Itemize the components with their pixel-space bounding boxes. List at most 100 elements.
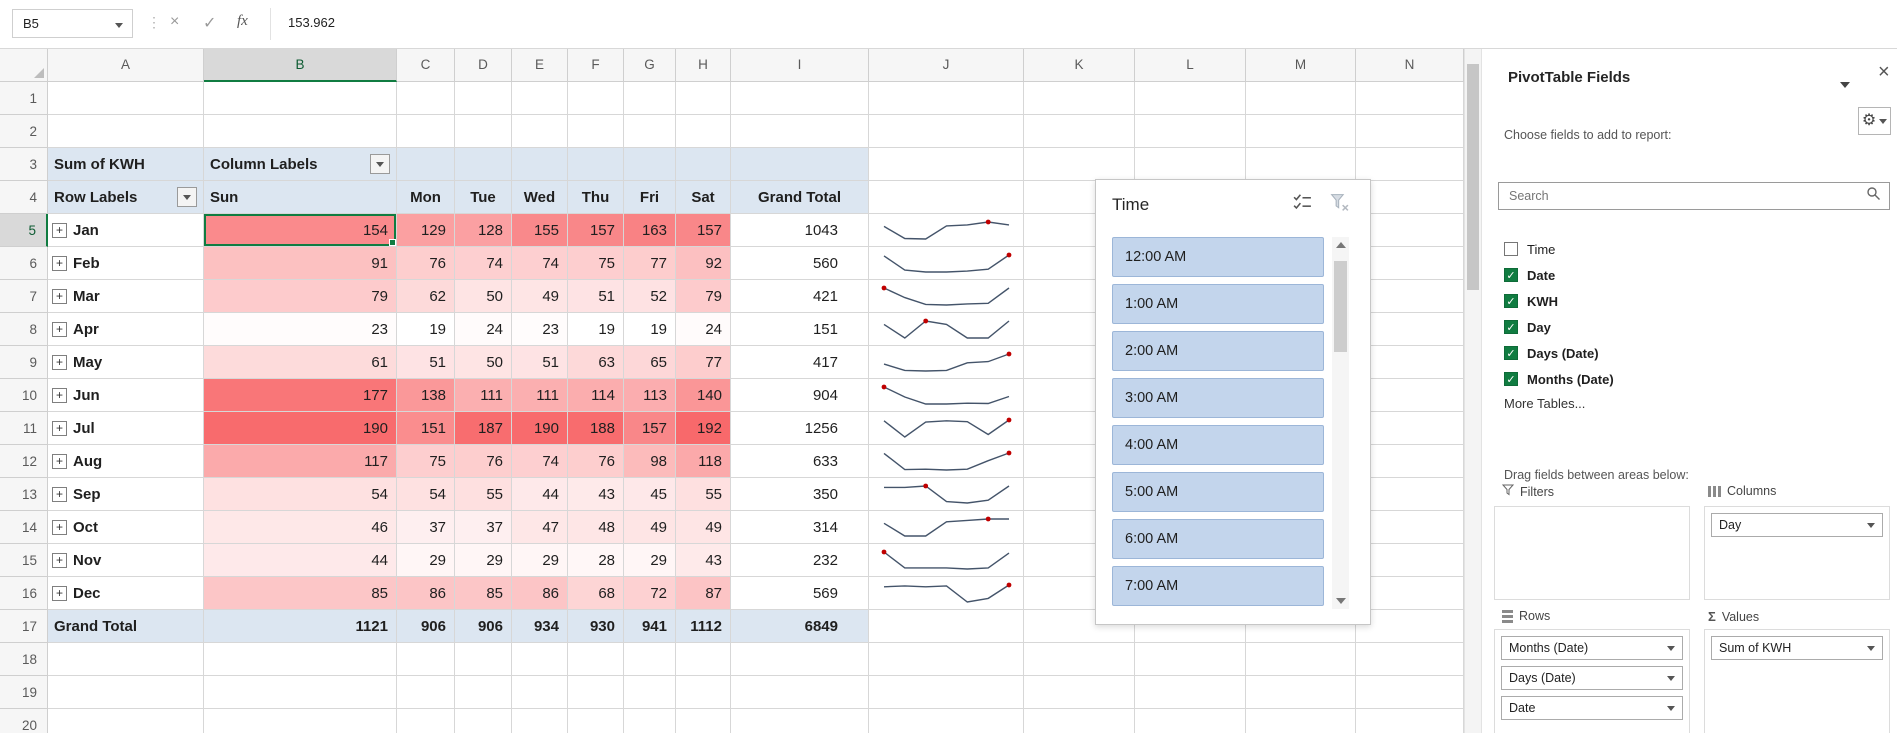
expand-button[interactable]: +: [52, 519, 67, 535]
cell-F4[interactable]: Thu: [568, 181, 624, 214]
cell-A10[interactable]: + Jun: [48, 379, 204, 412]
multi-select-icon[interactable]: [1292, 192, 1313, 218]
field-checkbox[interactable]: [1504, 242, 1518, 256]
cell-M20[interactable]: [1246, 709, 1356, 733]
cell-I8[interactable]: 151: [731, 313, 869, 346]
cell-A12[interactable]: + Aug: [48, 445, 204, 478]
column-header-A[interactable]: A: [48, 48, 204, 82]
cell-B6[interactable]: 91: [204, 247, 397, 280]
cell-F20[interactable]: [568, 709, 624, 733]
cell-E6[interactable]: 74: [512, 247, 568, 280]
sparkline-Oct[interactable]: [869, 511, 1024, 544]
row-header-19[interactable]: 19: [0, 676, 48, 709]
slicer-scrollbar[interactable]: [1332, 237, 1349, 609]
cell-E15[interactable]: 29: [512, 544, 568, 577]
cell-I20[interactable]: [731, 709, 869, 733]
cell-G13[interactable]: 45: [624, 478, 676, 511]
cell-I5[interactable]: 1043: [731, 214, 869, 247]
cell-D6[interactable]: 74: [455, 247, 512, 280]
cell-E1[interactable]: [512, 82, 568, 115]
cell-E19[interactable]: [512, 676, 568, 709]
column-header-H[interactable]: H: [676, 48, 731, 82]
row-header-8[interactable]: 8: [0, 313, 48, 346]
column-header-E[interactable]: E: [512, 48, 568, 82]
cell-C13[interactable]: 54: [397, 478, 455, 511]
sparkline-Jun[interactable]: [869, 379, 1024, 412]
cell-A9[interactable]: + May: [48, 346, 204, 379]
cell-I9[interactable]: 417: [731, 346, 869, 379]
cell-C5[interactable]: 129: [397, 214, 455, 247]
cell-G2[interactable]: [624, 115, 676, 148]
cell-A4[interactable]: Row Labels: [48, 181, 204, 214]
slicer-item-0[interactable]: 12:00 AM: [1112, 237, 1324, 277]
row-header-3[interactable]: 3: [0, 148, 48, 181]
cell-N20[interactable]: [1356, 709, 1464, 733]
sparkline-Jul[interactable]: [869, 412, 1024, 445]
slicer-item-3[interactable]: 3:00 AM: [1112, 378, 1324, 418]
cell-H18[interactable]: [676, 643, 731, 676]
cell-M19[interactable]: [1246, 676, 1356, 709]
cell-D9[interactable]: 50: [455, 346, 512, 379]
sparkline-Dec[interactable]: [869, 577, 1024, 610]
cell-E8[interactable]: 23: [512, 313, 568, 346]
row-header-2[interactable]: 2: [0, 115, 48, 148]
row-header-16[interactable]: 16: [0, 577, 48, 610]
cell-F8[interactable]: 19: [568, 313, 624, 346]
cell-I19[interactable]: [731, 676, 869, 709]
row-header-7[interactable]: 7: [0, 280, 48, 313]
slicer-item-2[interactable]: 2:00 AM: [1112, 331, 1324, 371]
cell-E11[interactable]: 190: [512, 412, 568, 445]
field-checkbox[interactable]: ✓: [1504, 268, 1518, 282]
cancel-icon[interactable]: ×: [170, 13, 179, 31]
sparkline-Mar[interactable]: [869, 280, 1024, 313]
field-row-5[interactable]: ✓ Months (Date): [1504, 366, 1884, 392]
cell-C7[interactable]: 62: [397, 280, 455, 313]
cell-I1[interactable]: [731, 82, 869, 115]
sheet-vertical-scrollbar[interactable]: [1464, 48, 1481, 733]
cell-H20[interactable]: [676, 709, 731, 733]
tools-button[interactable]: ⚙: [1858, 107, 1891, 135]
cell-K19[interactable]: [1024, 676, 1135, 709]
cell-M3[interactable]: [1246, 148, 1356, 181]
cell-A15[interactable]: + Nov: [48, 544, 204, 577]
row-header-10[interactable]: 10: [0, 379, 48, 412]
row-header-4[interactable]: 4: [0, 181, 48, 214]
cell-D17[interactable]: 906: [455, 610, 512, 643]
cell-M2[interactable]: [1246, 115, 1356, 148]
cell-F12[interactable]: 76: [568, 445, 624, 478]
cell-J18[interactable]: [869, 643, 1024, 676]
cell-N11[interactable]: [1356, 412, 1464, 445]
cell-F14[interactable]: 48: [568, 511, 624, 544]
cell-I17[interactable]: 6849: [731, 610, 869, 643]
cell-G11[interactable]: 157: [624, 412, 676, 445]
cell-F18[interactable]: [568, 643, 624, 676]
cell-B20[interactable]: [204, 709, 397, 733]
cell-B13[interactable]: 54: [204, 478, 397, 511]
cell-B3[interactable]: Column Labels: [204, 148, 397, 181]
cell-B10[interactable]: 177: [204, 379, 397, 412]
cell-A14[interactable]: + Oct: [48, 511, 204, 544]
row-header-9[interactable]: 9: [0, 346, 48, 379]
cell-I12[interactable]: 633: [731, 445, 869, 478]
cell-I10[interactable]: 904: [731, 379, 869, 412]
cell-J19[interactable]: [869, 676, 1024, 709]
cell-F3[interactable]: [568, 148, 624, 181]
cell-N17[interactable]: [1356, 610, 1464, 643]
cell-G1[interactable]: [624, 82, 676, 115]
field-checkbox[interactable]: ✓: [1504, 346, 1518, 360]
cell-N4[interactable]: [1356, 181, 1464, 214]
cell-N12[interactable]: [1356, 445, 1464, 478]
column-header-L[interactable]: L: [1135, 48, 1246, 82]
cell-H16[interactable]: 87: [676, 577, 731, 610]
cell-E12[interactable]: 74: [512, 445, 568, 478]
cell-H9[interactable]: 77: [676, 346, 731, 379]
row-header-17[interactable]: 17: [0, 610, 48, 643]
cell-N7[interactable]: [1356, 280, 1464, 313]
cell-D4[interactable]: Tue: [455, 181, 512, 214]
cell-H2[interactable]: [676, 115, 731, 148]
cell-E13[interactable]: 44: [512, 478, 568, 511]
cell-F9[interactable]: 63: [568, 346, 624, 379]
cell-A19[interactable]: [48, 676, 204, 709]
cell-N2[interactable]: [1356, 115, 1464, 148]
cell-D15[interactable]: 29: [455, 544, 512, 577]
